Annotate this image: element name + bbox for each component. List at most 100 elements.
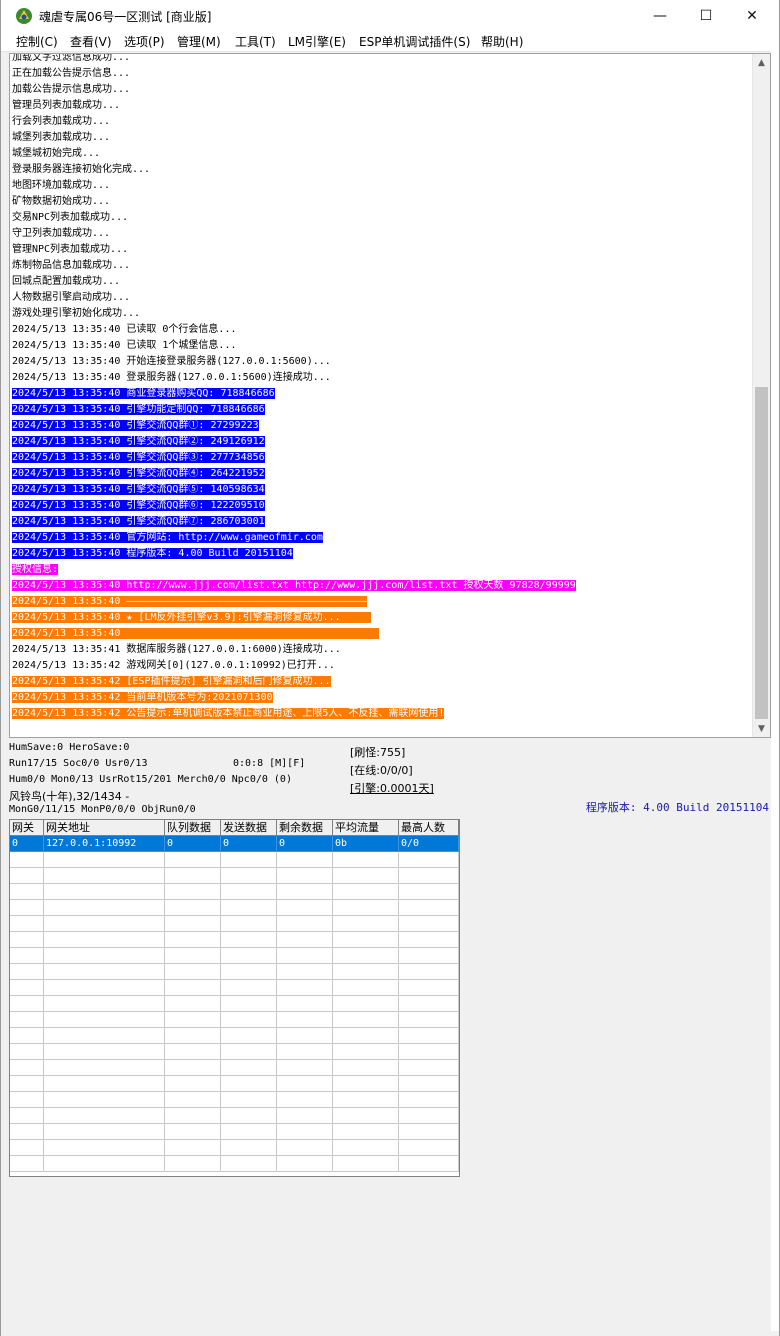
col-avg-traffic[interactable]: 平均流量 (333, 820, 399, 836)
table-cell[interactable] (399, 1060, 459, 1076)
table-cell[interactable] (221, 1060, 277, 1076)
table-cell[interactable] (399, 1012, 459, 1028)
table-cell[interactable] (277, 1028, 333, 1044)
table-cell[interactable] (165, 948, 221, 964)
col-remain-data[interactable]: 剩余数据 (277, 820, 333, 836)
table-cell[interactable] (333, 1076, 399, 1092)
table-cell[interactable] (10, 1124, 44, 1140)
scroll-thumb[interactable] (755, 387, 768, 719)
table-cell[interactable] (10, 996, 44, 1012)
table-cell[interactable] (333, 964, 399, 980)
table-cell[interactable] (333, 1108, 399, 1124)
table-cell[interactable] (10, 852, 44, 868)
table-cell[interactable] (399, 1108, 459, 1124)
table-cell[interactable] (277, 852, 333, 868)
table-cell[interactable] (44, 1060, 165, 1076)
table-cell[interactable] (10, 900, 44, 916)
table-cell[interactable] (221, 1108, 277, 1124)
table-cell[interactable] (277, 932, 333, 948)
table-cell[interactable] (399, 996, 459, 1012)
table-cell[interactable] (10, 1060, 44, 1076)
table-cell[interactable] (399, 964, 459, 980)
table-cell[interactable] (221, 1092, 277, 1108)
col-max-players[interactable]: 最高人数 (399, 820, 459, 836)
table-cell[interactable] (399, 932, 459, 948)
table-cell[interactable] (44, 996, 165, 1012)
status-engine[interactable]: [引擎:0.0001天] (350, 780, 434, 796)
table-cell[interactable] (165, 1012, 221, 1028)
menu-options[interactable]: 选项(P) (124, 33, 165, 50)
table-cell[interactable] (399, 1076, 459, 1092)
table-cell[interactable] (333, 916, 399, 932)
table-cell[interactable] (221, 964, 277, 980)
menu-manage[interactable]: 管理(M) (177, 33, 221, 50)
table-cell[interactable] (165, 916, 221, 932)
table-cell[interactable] (44, 852, 165, 868)
log-output[interactable]: 加载文字过滤信息成功... 正在加载公告提示信息... 加载公告提示信息成功... 管… (9, 53, 771, 738)
table-cell[interactable] (165, 1060, 221, 1076)
table-cell[interactable] (165, 996, 221, 1012)
table-cell[interactable] (399, 1124, 459, 1140)
scroll-up-icon[interactable]: ▲ (753, 54, 770, 71)
table-cell[interactable] (277, 1092, 333, 1108)
table-cell[interactable] (10, 1076, 44, 1092)
col-queue-data[interactable]: 队列数据 (165, 820, 221, 836)
table-cell[interactable] (10, 1044, 44, 1060)
table-cell[interactable] (165, 1044, 221, 1060)
table-cell[interactable] (399, 900, 459, 916)
table-cell[interactable] (333, 948, 399, 964)
col-gateway-address[interactable]: 网关地址 (44, 820, 165, 836)
table-cell[interactable] (333, 1124, 399, 1140)
table-cell[interactable] (333, 1060, 399, 1076)
table-cell[interactable] (277, 1140, 333, 1156)
table-cell[interactable] (44, 1012, 165, 1028)
table-cell[interactable] (10, 1140, 44, 1156)
table-cell[interactable] (399, 916, 459, 932)
table-cell[interactable] (44, 900, 165, 916)
table-cell[interactable] (44, 1076, 165, 1092)
table-cell[interactable] (10, 932, 44, 948)
table-cell[interactable] (333, 1156, 399, 1172)
table-cell[interactable] (221, 1044, 277, 1060)
table-cell[interactable] (221, 884, 277, 900)
table-cell[interactable] (165, 852, 221, 868)
table-cell[interactable] (221, 1156, 277, 1172)
table-cell[interactable] (333, 900, 399, 916)
table-cell[interactable] (399, 980, 459, 996)
table-cell[interactable] (165, 868, 221, 884)
table-cell[interactable] (221, 900, 277, 916)
table-cell[interactable] (277, 868, 333, 884)
table-cell[interactable] (221, 852, 277, 868)
table-cell[interactable] (333, 996, 399, 1012)
table-cell[interactable] (333, 932, 399, 948)
table-cell[interactable] (165, 1076, 221, 1092)
table-cell[interactable] (165, 884, 221, 900)
table-cell[interactable] (277, 884, 333, 900)
table-cell[interactable] (277, 948, 333, 964)
table-cell[interactable] (399, 1028, 459, 1044)
menu-esp-plugin[interactable]: ESP单机调试插件(S) (359, 33, 470, 50)
menu-control[interactable]: 控制(C) (16, 33, 58, 50)
table-cell[interactable] (221, 932, 277, 948)
table-cell[interactable] (44, 932, 165, 948)
table-cell[interactable] (333, 852, 399, 868)
menu-tools[interactable]: 工具(T) (235, 33, 276, 50)
table-cell[interactable] (165, 932, 221, 948)
table-cell[interactable] (277, 1044, 333, 1060)
table-cell[interactable] (277, 1012, 333, 1028)
table-cell[interactable] (221, 948, 277, 964)
table-cell[interactable] (44, 884, 165, 900)
table-cell[interactable] (165, 1124, 221, 1140)
table-cell[interactable] (399, 852, 459, 868)
table-cell[interactable] (333, 1044, 399, 1060)
minimize-button[interactable]: — (637, 0, 683, 31)
table-cell[interactable]: 0 (277, 836, 333, 852)
table-cell[interactable] (399, 1092, 459, 1108)
table-cell[interactable] (221, 1140, 277, 1156)
log-scrollbar[interactable]: ▲ ▼ (752, 54, 770, 737)
table-cell[interactable] (165, 1028, 221, 1044)
maximize-button[interactable]: ☐ (683, 0, 729, 31)
table-cell[interactable] (165, 1140, 221, 1156)
table-cell[interactable] (399, 868, 459, 884)
table-cell[interactable] (165, 1092, 221, 1108)
